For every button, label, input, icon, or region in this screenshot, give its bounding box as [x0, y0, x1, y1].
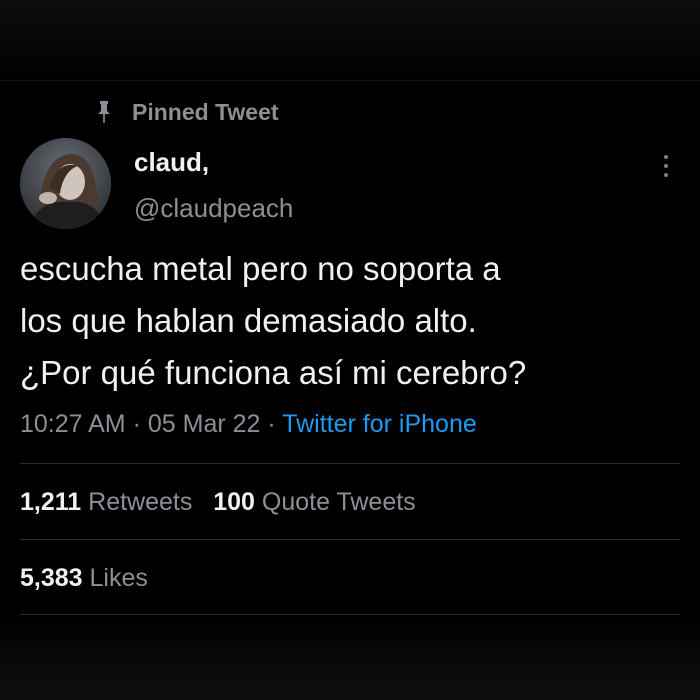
separator: · — [132, 410, 141, 438]
retweets-label: Retweets — [88, 488, 193, 516]
tweet-text-line: los que hablan demasiado alto. — [20, 302, 477, 339]
likes-label: Likes — [89, 564, 148, 592]
top-divider — [0, 80, 700, 81]
pin-icon — [94, 99, 114, 125]
display-name[interactable]: claud, — [134, 146, 209, 178]
avatar[interactable] — [20, 138, 111, 229]
divider — [20, 614, 680, 615]
tweet-text: escucha metal pero no soporta a los que … — [20, 243, 690, 399]
tweet-text-line: escucha metal pero no soporta a — [20, 250, 501, 287]
quote-tweets-stat[interactable]: 100 Quote Tweets — [213, 488, 415, 516]
tweet-date[interactable]: 05 Mar 22 — [148, 410, 261, 438]
pinned-label: Pinned Tweet — [132, 98, 279, 125]
quote-tweets-count: 100 — [213, 488, 255, 516]
pinned-tweet-indicator: Pinned Tweet — [94, 97, 279, 127]
likes-stat[interactable]: 5,383 Likes — [20, 564, 148, 592]
user-handle[interactable]: @claudpeach — [134, 192, 293, 224]
engagement-stats: 1,211 Retweets 100 Quote Tweets — [20, 484, 416, 520]
bottom-shadow — [0, 620, 700, 700]
divider — [20, 539, 680, 540]
tweet-time[interactable]: 10:27 AM — [20, 410, 126, 438]
tweet-metadata: 10:27 AM · 05 Mar 22 · Twitter for iPhon… — [20, 406, 477, 442]
separator: · — [267, 410, 276, 438]
retweets-count: 1,211 — [20, 488, 82, 516]
retweets-stat[interactable]: 1,211 Retweets — [20, 488, 199, 516]
likes-count: 5,383 — [20, 564, 83, 592]
tweet-screenshot: Pinned Tweet claud, @claudpeach escucha … — [0, 0, 700, 700]
quote-tweets-label: Quote Tweets — [261, 488, 416, 516]
likes-stats: 5,383 Likes — [20, 560, 148, 596]
more-menu-icon[interactable] — [656, 150, 676, 182]
tweet-text-line: ¿Por qué funciona así mi cerebro? — [20, 354, 527, 391]
divider — [20, 463, 680, 464]
tweet-source-link[interactable]: Twitter for iPhone — [282, 410, 477, 438]
top-shadow — [0, 0, 700, 80]
